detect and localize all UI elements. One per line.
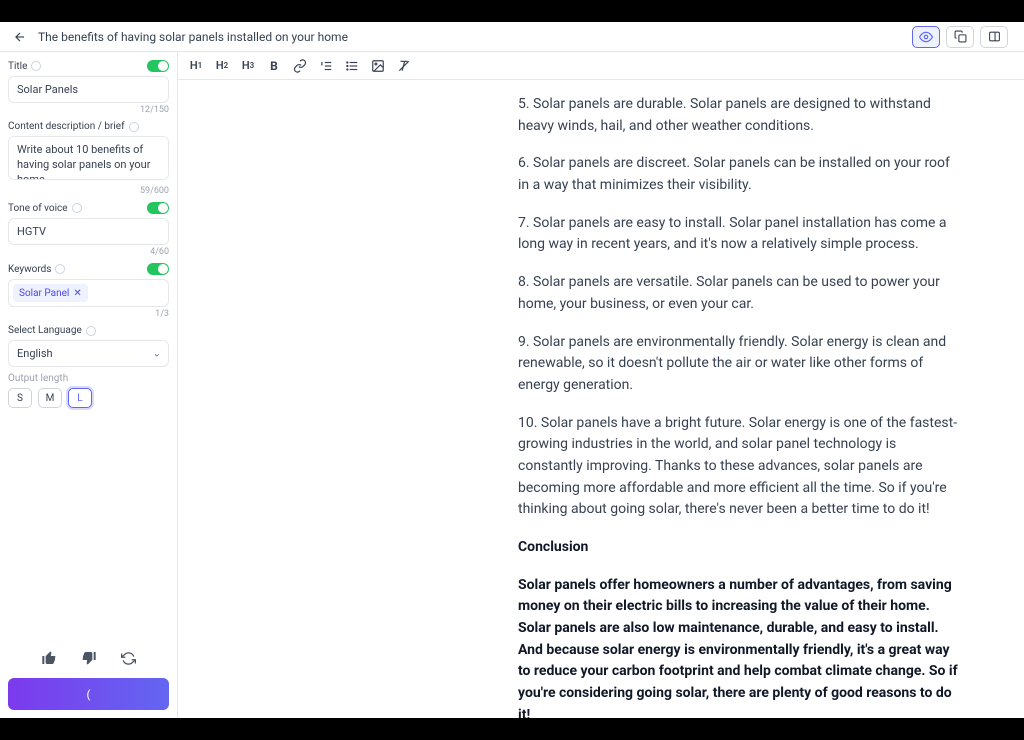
list-icon — [345, 59, 359, 73]
header-actions — [912, 26, 1008, 48]
preview-button[interactable] — [912, 26, 940, 48]
tone-input[interactable] — [8, 218, 169, 245]
sidebar: Title 12/150 Content description / brief… — [0, 52, 178, 718]
language-select[interactable]: English — [8, 340, 169, 367]
output-length-field: Output length S M L — [8, 373, 169, 408]
letterbox-top — [0, 0, 1024, 22]
output-length-l[interactable]: L — [68, 388, 92, 408]
info-icon — [55, 264, 65, 274]
generate-button[interactable]: ( — [8, 678, 169, 710]
editor-toolbar: H1 H2 H3 B — [178, 52, 1024, 80]
output-length-s[interactable]: S — [8, 388, 32, 408]
link-button[interactable] — [292, 57, 308, 75]
tone-toggle[interactable] — [147, 202, 169, 214]
app-frame: The benefits of having solar panels inst… — [0, 22, 1024, 718]
title-toggle[interactable] — [147, 60, 169, 72]
conclusion-heading: Conclusion — [518, 537, 964, 559]
keywords-counter: 1/3 — [8, 309, 169, 319]
thumbs-down-button[interactable] — [79, 648, 99, 668]
heading3-button[interactable]: H3 — [240, 57, 256, 75]
image-button[interactable] — [370, 57, 386, 75]
keywords-label: Keywords — [8, 264, 65, 275]
remove-tag-icon[interactable]: ✕ — [73, 288, 81, 299]
conclusion-body: Solar panels offer homeowners a number o… — [518, 575, 964, 718]
arrow-left-icon — [13, 30, 27, 44]
title-counter: 12/150 — [8, 105, 169, 115]
panel-icon — [988, 30, 1001, 43]
keyword-tag-label: Solar Panel — [19, 288, 69, 299]
output-length-label: Output length — [8, 373, 68, 384]
heading1-button[interactable]: H1 — [188, 57, 204, 75]
refresh-icon — [121, 651, 136, 666]
bold-button[interactable]: B — [266, 57, 282, 75]
header-bar: The benefits of having solar panels inst… — [0, 22, 1024, 52]
brief-counter: 59/600 — [8, 186, 169, 196]
brief-label: Content description / brief — [8, 121, 139, 132]
generate-button-label: ( — [87, 687, 91, 701]
ordered-list-button[interactable] — [318, 57, 334, 75]
content-paragraph: 5. Solar panels are durable. Solar panel… — [518, 94, 964, 137]
image-icon — [371, 59, 385, 73]
thumbs-up-icon — [41, 650, 57, 666]
keyword-tag: Solar Panel ✕ — [13, 284, 88, 302]
regenerate-button[interactable] — [119, 648, 139, 668]
thumbs-down-icon — [81, 650, 97, 666]
body-layout: Title 12/150 Content description / brief… — [0, 52, 1024, 718]
output-length-segmented: S M L — [8, 388, 169, 408]
tone-label: Tone of voice — [8, 203, 82, 214]
back-button[interactable] — [10, 27, 30, 47]
tone-counter: 4/60 — [8, 247, 169, 257]
thumbs-up-button[interactable] — [39, 648, 59, 668]
content-paragraph: 7. Solar panels are easy to install. Sol… — [518, 213, 964, 256]
content-paragraph: 9. Solar panels are environmentally frie… — [518, 332, 964, 397]
heading2-button[interactable]: H2 — [214, 57, 230, 75]
info-icon — [72, 203, 82, 213]
info-icon — [31, 61, 41, 71]
editor-content[interactable]: 5. Solar panels are durable. Solar panel… — [178, 80, 1024, 718]
feedback-row — [8, 642, 169, 678]
content-paragraph: 6. Solar panels are discreet. Solar pane… — [518, 153, 964, 196]
main-area: H1 H2 H3 B — [178, 52, 1024, 718]
brief-input[interactable] — [8, 136, 169, 180]
keywords-toggle[interactable] — [147, 263, 169, 275]
title-field: Title 12/150 — [8, 60, 169, 115]
keywords-field: Keywords Solar Panel ✕ 1/3 — [8, 263, 169, 319]
info-icon — [129, 122, 139, 132]
document-title: The benefits of having solar panels inst… — [38, 30, 912, 44]
title-label: Title — [8, 61, 41, 72]
copy-icon — [954, 30, 967, 43]
language-label: Select Language — [8, 325, 96, 336]
link-icon — [293, 59, 307, 73]
language-field: Select Language English ⌄ — [8, 325, 169, 367]
info-icon — [86, 326, 96, 336]
clear-format-icon — [397, 59, 411, 73]
title-input[interactable] — [8, 76, 169, 103]
tone-field: Tone of voice 4/60 — [8, 202, 169, 257]
copy-button[interactable] — [946, 26, 974, 48]
clear-format-button[interactable] — [396, 57, 412, 75]
eye-icon — [919, 30, 933, 44]
brief-field: Content description / brief 59/600 — [8, 121, 169, 196]
content-paragraph: 8. Solar panels are versatile. Solar pan… — [518, 272, 964, 315]
keywords-input[interactable]: Solar Panel ✕ — [8, 279, 169, 307]
content-paragraph: 10. Solar panels have a bright future. S… — [518, 413, 964, 521]
unordered-list-button[interactable] — [344, 57, 360, 75]
letterbox-bottom — [0, 718, 1024, 740]
output-length-m[interactable]: M — [38, 388, 62, 408]
panel-toggle-button[interactable] — [980, 26, 1008, 48]
list-ordered-icon — [319, 59, 333, 73]
